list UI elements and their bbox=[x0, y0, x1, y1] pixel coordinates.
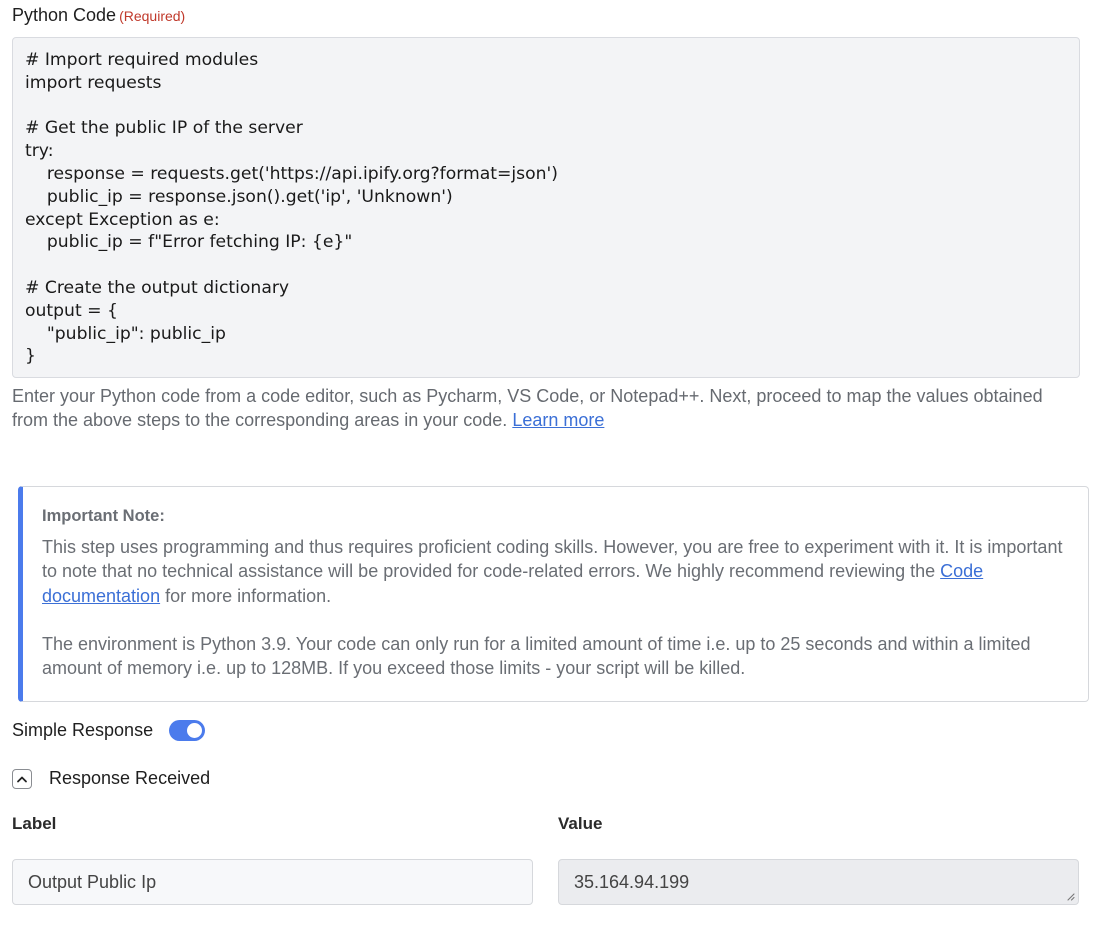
simple-response-label: Simple Response bbox=[12, 720, 154, 740]
response-received-label: Response Received bbox=[49, 768, 211, 788]
required-marker: (Required) bbox=[119, 8, 186, 24]
label-input[interactable]: Output Public Ip bbox=[12, 859, 533, 905]
important-note-title: Important Note: bbox=[42, 507, 165, 525]
learn-more-link[interactable]: Learn more bbox=[512, 410, 604, 430]
response-received-row: Response Received bbox=[12, 768, 210, 789]
collapse-button[interactable] bbox=[12, 768, 32, 789]
chevron-up-icon bbox=[17, 776, 27, 782]
simple-response-toggle[interactable] bbox=[169, 720, 206, 741]
important-note-paragraph-1: This step uses programming and thus requ… bbox=[42, 535, 1070, 608]
python-code-editor[interactable]: # Import required modules import request… bbox=[12, 37, 1080, 378]
code-help-text: Enter your Python code from a code edito… bbox=[12, 384, 1072, 432]
value-textarea[interactable]: 35.164.94.199 bbox=[558, 859, 1079, 905]
python-code-title: Python Code bbox=[12, 5, 117, 25]
label-column-header: Label bbox=[12, 814, 57, 833]
resize-grip-icon[interactable] bbox=[1065, 891, 1075, 901]
python-code-label: Python Code (Required) bbox=[12, 5, 185, 26]
python-code-content[interactable]: # Import required modules import request… bbox=[25, 49, 1067, 368]
note-text-after-link: for more information. bbox=[165, 585, 332, 606]
toggle-knob bbox=[187, 723, 203, 738]
simple-response-row: Simple Response bbox=[12, 720, 206, 741]
note-text-before-link: This step uses programming and thus requ… bbox=[42, 537, 1063, 582]
important-note-paragraph-2: The environment is Python 3.9. Your code… bbox=[42, 633, 1031, 679]
important-note-panel: Important Note: This step uses programmi… bbox=[18, 486, 1089, 702]
value-column-header: Value bbox=[558, 814, 603, 833]
value-textarea-value: 35.164.94.199 bbox=[574, 871, 690, 892]
label-input-value: Output Public Ip bbox=[28, 871, 157, 892]
